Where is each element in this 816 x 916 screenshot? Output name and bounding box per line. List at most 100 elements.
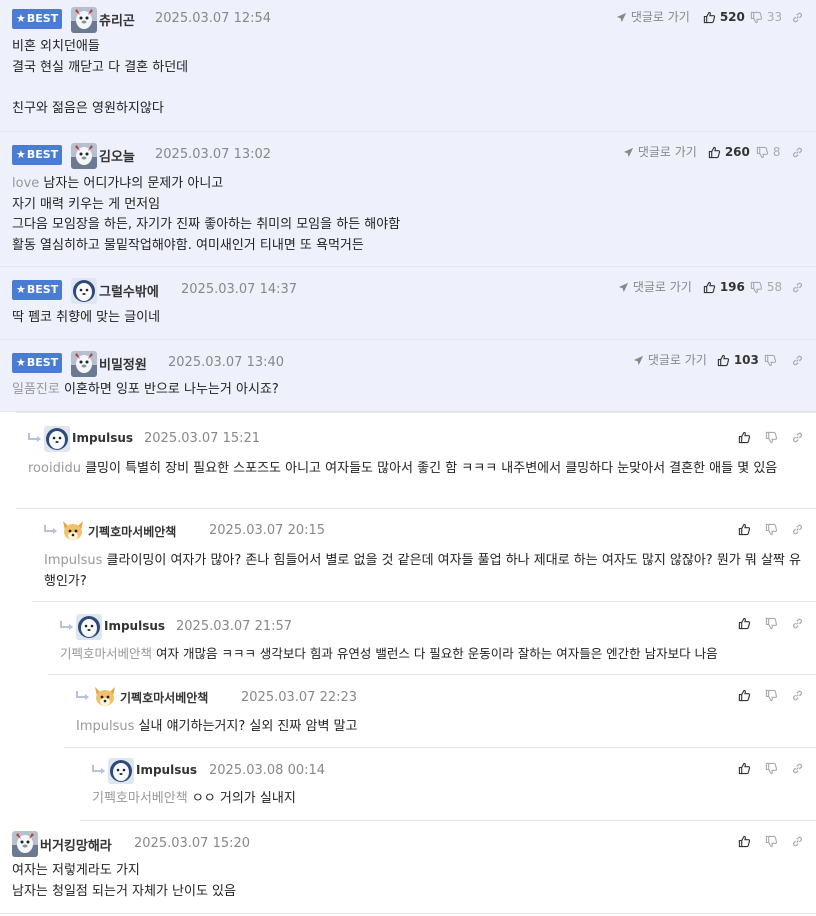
- penguin-avatar[interactable]: [71, 351, 97, 377]
- comment-author[interactable]: 그럴수밖에: [99, 281, 159, 300]
- send-icon: [616, 12, 627, 23]
- mention-name[interactable]: love: [12, 176, 39, 191]
- mention-name[interactable]: rooididu: [28, 461, 81, 476]
- thumbs-down-icon: [765, 762, 778, 775]
- comment-line: 비혼 외치던애들: [12, 39, 100, 54]
- like-button[interactable]: [738, 614, 751, 632]
- mention-name[interactable]: 일품진로: [12, 382, 60, 397]
- dislike-button[interactable]: [765, 520, 778, 538]
- comment-item: ★BEST 김오늘 2025.03.07 13:02 댓글로 가기 260 8 …: [0, 132, 816, 267]
- comment-author[interactable]: 버거킹망해라: [40, 835, 112, 854]
- copy-link-button[interactable]: [791, 143, 804, 161]
- comment-line: 결국 현실 깨닫고 다 결혼 하던데: [12, 59, 189, 75]
- comment-author[interactable]: 츄리곤: [99, 10, 135, 29]
- comment-line: 활동 열심히하고 물밑작업해야함. 여미새인거 티내면 또 욕먹거든: [12, 237, 364, 253]
- like-button[interactable]: 196: [703, 278, 745, 296]
- mention-name[interactable]: 기펙호마서베안책: [92, 791, 188, 806]
- dislike-button[interactable]: [765, 428, 778, 446]
- go-to-reply-link[interactable]: 댓글로 가기: [633, 351, 707, 369]
- copy-link-button[interactable]: [791, 686, 804, 704]
- like-count: 260: [724, 145, 750, 159]
- reply-arrow-icon: [91, 764, 107, 778]
- thumbs-down-icon: [765, 689, 778, 702]
- seal-avatar[interactable]: [44, 426, 70, 452]
- comment-author[interactable]: 비밀정원: [99, 354, 147, 373]
- like-button[interactable]: [738, 759, 751, 777]
- like-button[interactable]: [738, 520, 751, 538]
- dislike-button[interactable]: 8: [756, 143, 780, 161]
- like-button[interactable]: 520: [703, 8, 745, 26]
- seal-avatar[interactable]: [76, 614, 102, 640]
- mention-name[interactable]: Impulsus: [76, 719, 134, 734]
- comment-time: 2025.03.07 13:02: [155, 147, 272, 162]
- penguin-avatar[interactable]: [71, 7, 97, 33]
- go-to-reply-link[interactable]: 댓글로 가기: [618, 278, 692, 296]
- comment-line-text: 여자 개많음 ㅋㅋㅋ 생각보다 힘과 유연성 밸런스 다 필요한 운동이라 잘하…: [156, 646, 718, 661]
- comment-author[interactable]: 김오늘: [99, 146, 135, 165]
- comment-author[interactable]: Impulsus: [104, 619, 165, 633]
- thumbs-down-icon: [765, 617, 778, 630]
- dog-avatar[interactable]: [60, 518, 86, 544]
- dislike-button[interactable]: [765, 614, 778, 632]
- penguin-avatar[interactable]: [71, 143, 97, 169]
- best-badge: ★BEST: [12, 9, 62, 29]
- best-label: BEST: [26, 356, 59, 369]
- comment-body: love 남자는 어디가냐의 문제가 아니고 자기 매력 키우는 게 먼저임 그…: [12, 174, 400, 256]
- comment-line-text: 클라이밍이 여자가 많아? 존나 힘들어서 별로 없을 것 같은데 여자들 풀업…: [44, 553, 801, 589]
- copy-link-button[interactable]: [791, 8, 804, 26]
- like-button[interactable]: [738, 832, 751, 850]
- comment-line: 친구와 젊음은 영원하지않다: [12, 100, 164, 116]
- thumbs-up-icon: [738, 835, 751, 848]
- go-to-reply-link[interactable]: 댓글로 가기: [623, 143, 697, 161]
- dislike-button[interactable]: [765, 686, 778, 704]
- comment-line: 자기 매력 키우는 게 먼저임: [12, 196, 161, 212]
- like-button[interactable]: [738, 428, 751, 446]
- comment-author[interactable]: 기펙호마서베안책: [120, 689, 208, 706]
- dislike-button[interactable]: 58: [750, 278, 782, 296]
- comment-item: Impulsus 2025.03.07 21:57 기펙호마서베안책 여자 개많…: [48, 602, 816, 675]
- seal-avatar[interactable]: [108, 758, 134, 784]
- thumbs-down-icon: [765, 431, 778, 444]
- comment-body: 여자는 저렇게라도 가지 남자는 청일점 되는거 자체가 난이도 있음: [12, 861, 236, 902]
- copy-link-button[interactable]: [791, 520, 804, 538]
- copy-link-button[interactable]: [791, 428, 804, 446]
- reply-arrow-icon: [27, 432, 43, 446]
- link-icon: [791, 835, 804, 848]
- thumbs-up-icon: [738, 617, 751, 630]
- link-icon: [791, 689, 804, 702]
- seal-avatar[interactable]: [71, 278, 97, 304]
- dislike-button[interactable]: [764, 351, 777, 369]
- comment-time: 2025.03.07 12:54: [155, 11, 272, 26]
- comment-actions: 댓글로 가기 260 8: [623, 143, 806, 163]
- comment-actions: 댓글로 가기 103: [633, 351, 806, 371]
- like-button[interactable]: 260: [708, 143, 750, 161]
- comment-author[interactable]: Impulsus: [72, 431, 133, 445]
- mention-name[interactable]: Impulsus: [44, 553, 102, 568]
- star-icon: ★: [16, 283, 26, 296]
- comment-author[interactable]: 기펙호마서베안책: [88, 523, 176, 540]
- comment-author[interactable]: Impulsus: [136, 763, 197, 777]
- copy-link-button[interactable]: [791, 759, 804, 777]
- link-icon: [791, 146, 804, 159]
- mention-name[interactable]: 기펙호마서베안책: [60, 646, 152, 661]
- send-icon: [618, 282, 629, 293]
- dislike-button[interactable]: 33: [750, 8, 782, 26]
- comment-body: 기펙호마서베안책 ㅇㅇ 거의가 실내지: [92, 789, 296, 810]
- dislike-button[interactable]: [765, 759, 778, 777]
- comment-item: 기펙호마서베안책 2025.03.07 22:23 Impulsus 실내 얘기…: [64, 675, 816, 748]
- best-label: BEST: [26, 148, 59, 161]
- comment-item: 버거킹망해라 2025.03.07 15:20 여자는 저렇게라도 가지 남자는…: [0, 821, 816, 914]
- link-icon: [791, 354, 804, 367]
- copy-link-button[interactable]: [791, 351, 804, 369]
- copy-link-button[interactable]: [791, 832, 804, 850]
- comment-body: Impulsus 클라이밍이 여자가 많아? 존나 힘들어서 별로 없을 것 같…: [44, 551, 808, 592]
- dog-avatar[interactable]: [92, 684, 118, 710]
- go-to-reply-link[interactable]: 댓글로 가기: [616, 8, 690, 26]
- dislike-button[interactable]: [765, 832, 778, 850]
- like-button[interactable]: 103: [717, 351, 759, 369]
- thumbs-down-icon: [764, 354, 777, 367]
- copy-link-button[interactable]: [791, 614, 804, 632]
- like-button[interactable]: [738, 686, 751, 704]
- penguin-avatar[interactable]: [12, 831, 38, 857]
- copy-link-button[interactable]: [791, 278, 804, 296]
